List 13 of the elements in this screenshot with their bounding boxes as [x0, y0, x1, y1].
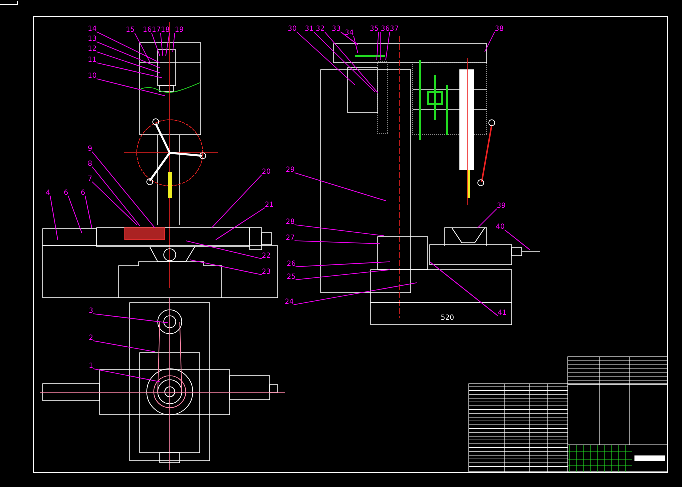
leader-line — [478, 208, 498, 228]
leader-line — [50, 196, 58, 240]
leader-line — [93, 340, 156, 352]
leader-line — [386, 32, 390, 60]
leader-line — [504, 230, 530, 250]
leader-line — [96, 78, 166, 96]
leader-line — [484, 32, 496, 52]
sheet-corner-mark — [0, 0, 18, 6]
leader-line — [430, 262, 498, 316]
leader-line — [166, 32, 170, 56]
leader-line — [172, 32, 176, 52]
leader-line — [93, 368, 160, 382]
leader-line — [68, 196, 82, 234]
